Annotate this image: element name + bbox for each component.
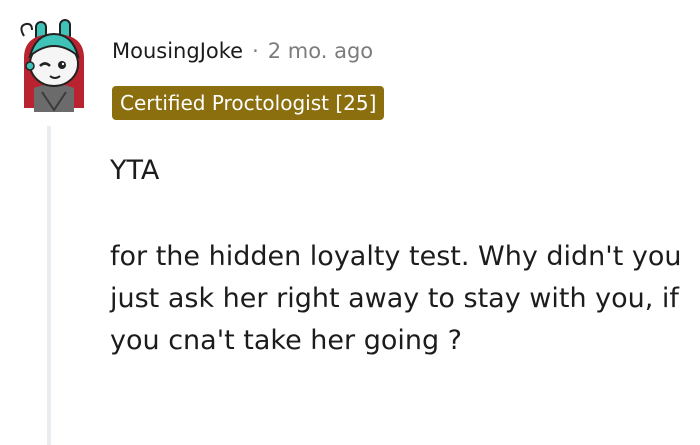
comment-verdict: YTA xyxy=(110,155,160,186)
user-flair-badge: Certified Proctologist [25] xyxy=(112,86,385,120)
comment-timestamp[interactable]: 2 mo. ago xyxy=(268,39,373,63)
username-link[interactable]: MousingJoke xyxy=(112,39,243,63)
snoo-avatar-icon xyxy=(20,19,84,112)
comment-header: MousingJoke · 2 mo. ago xyxy=(112,34,373,68)
separator-dot: · xyxy=(252,39,259,63)
user-avatar[interactable] xyxy=(12,18,94,114)
comment: MousingJoke · 2 mo. ago Certified Procto… xyxy=(0,0,700,445)
thread-collapse-line[interactable] xyxy=(47,126,51,445)
comment-paragraph: for the hidden loyalty test. Why didn't … xyxy=(110,241,682,356)
